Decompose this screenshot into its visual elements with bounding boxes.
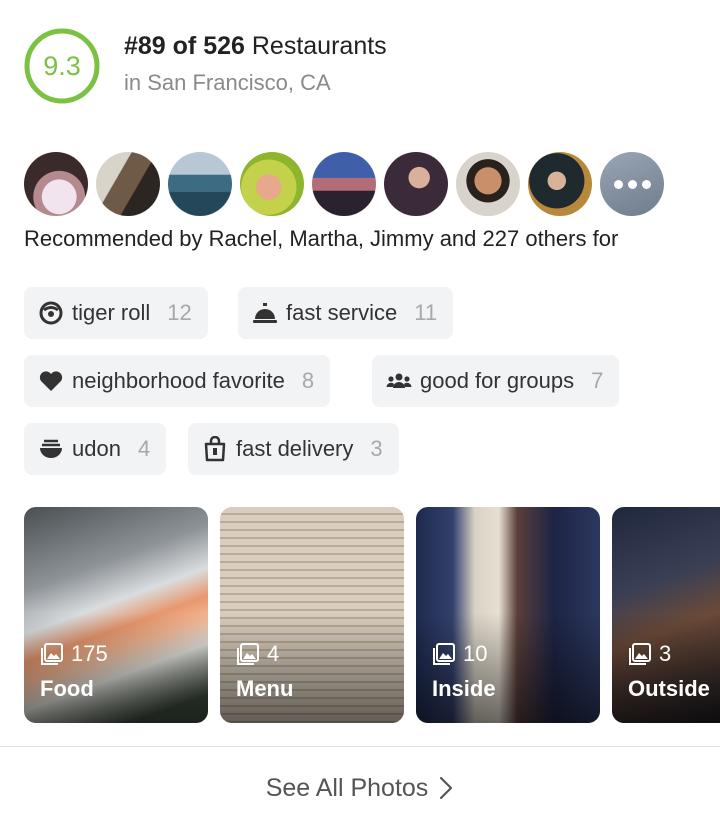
restaurant-header: 9.3 #89 of 526 Restaurants in San Franci…: [24, 28, 704, 108]
more-recommenders-button[interactable]: [600, 152, 664, 216]
see-all-label: See All Photos: [265, 773, 429, 802]
heart-icon: [38, 368, 64, 394]
avatar[interactable]: [384, 152, 448, 216]
photo-tile-outside[interactable]: 3 Outside: [612, 507, 720, 723]
tag-label: tiger roll: [72, 300, 151, 325]
photo-category: Inside: [432, 676, 496, 701]
photo-category: Outside: [628, 676, 710, 701]
tag-label: neighborhood favorite: [72, 368, 285, 393]
tag-count: 11: [414, 300, 438, 325]
group-icon: [386, 368, 412, 394]
tag-good-for-groups[interactable]: good for groups 7: [372, 355, 620, 407]
photo-count: 10: [432, 641, 487, 667]
photo-count: 175: [40, 641, 108, 667]
noodle-bowl-icon: [38, 436, 64, 462]
photo-count: 4: [236, 641, 279, 667]
rank-category: Restaurants: [251, 32, 387, 60]
avatar[interactable]: [240, 152, 304, 216]
tag-tiger-roll[interactable]: tiger roll 12: [24, 287, 208, 339]
tag-label: good for groups: [420, 368, 575, 393]
tag-count: 4: [137, 436, 151, 461]
tag-count: 7: [591, 368, 604, 393]
tag-count: 8: [301, 368, 315, 393]
tag-neighborhood-favorite[interactable]: neighborhood favorite 8: [24, 355, 331, 407]
photo-category: Food: [40, 676, 94, 701]
rank-number: #89 of 526: [124, 32, 245, 60]
avatar[interactable]: [528, 152, 592, 216]
ranking-title: #89 of 526 Restaurants: [124, 32, 387, 61]
recommender-avatars: [24, 152, 704, 216]
photo-count-value: 175: [71, 641, 108, 666]
service-bell-icon: [252, 300, 278, 326]
avatar[interactable]: [96, 152, 160, 216]
tag-fast-service[interactable]: fast service 11: [238, 287, 454, 339]
sushi-icon: [38, 300, 64, 326]
ellipsis-icon: [613, 179, 651, 189]
see-all-photos-button[interactable]: See All Photos: [0, 760, 720, 816]
tag-label: fast service: [286, 300, 398, 325]
photo-count-value: 10: [463, 641, 488, 666]
photo-tile-food[interactable]: 175 Food: [24, 507, 208, 723]
score-badge: 9.3: [24, 28, 100, 104]
divider: [0, 746, 720, 747]
score-value: 9.3: [43, 51, 81, 81]
avatar[interactable]: [312, 152, 376, 216]
photos-icon: [237, 643, 259, 665]
photo-count: 3: [628, 641, 671, 667]
tag-count: 12: [167, 300, 192, 325]
tag-fast-delivery[interactable]: fast delivery 3: [188, 423, 399, 475]
photo-count-value: 4: [267, 641, 280, 666]
avatar[interactable]: [24, 152, 88, 216]
photo-tile-inside[interactable]: 10 Inside: [416, 507, 600, 723]
photos-icon: [41, 643, 63, 665]
photo-tile-menu[interactable]: 4 Menu: [220, 507, 404, 723]
recommended-by-text: Recommended by Rachel, Martha, Jimmy and…: [24, 226, 619, 251]
photos-icon: [433, 643, 455, 665]
photo-category: Menu: [236, 676, 294, 701]
tag-label: udon: [72, 436, 121, 461]
chevron-right-icon: [440, 776, 453, 800]
avatar[interactable]: [168, 152, 232, 216]
tag-label: fast delivery: [236, 436, 354, 461]
photos-icon: [629, 643, 651, 665]
tag-count: 3: [370, 436, 383, 461]
takeout-bag-icon: [202, 436, 228, 462]
photo-count-value: 3: [659, 641, 672, 666]
avatar[interactable]: [456, 152, 520, 216]
location-text: in San Francisco, CA: [124, 70, 331, 95]
tag-udon[interactable]: udon 4: [24, 423, 167, 475]
